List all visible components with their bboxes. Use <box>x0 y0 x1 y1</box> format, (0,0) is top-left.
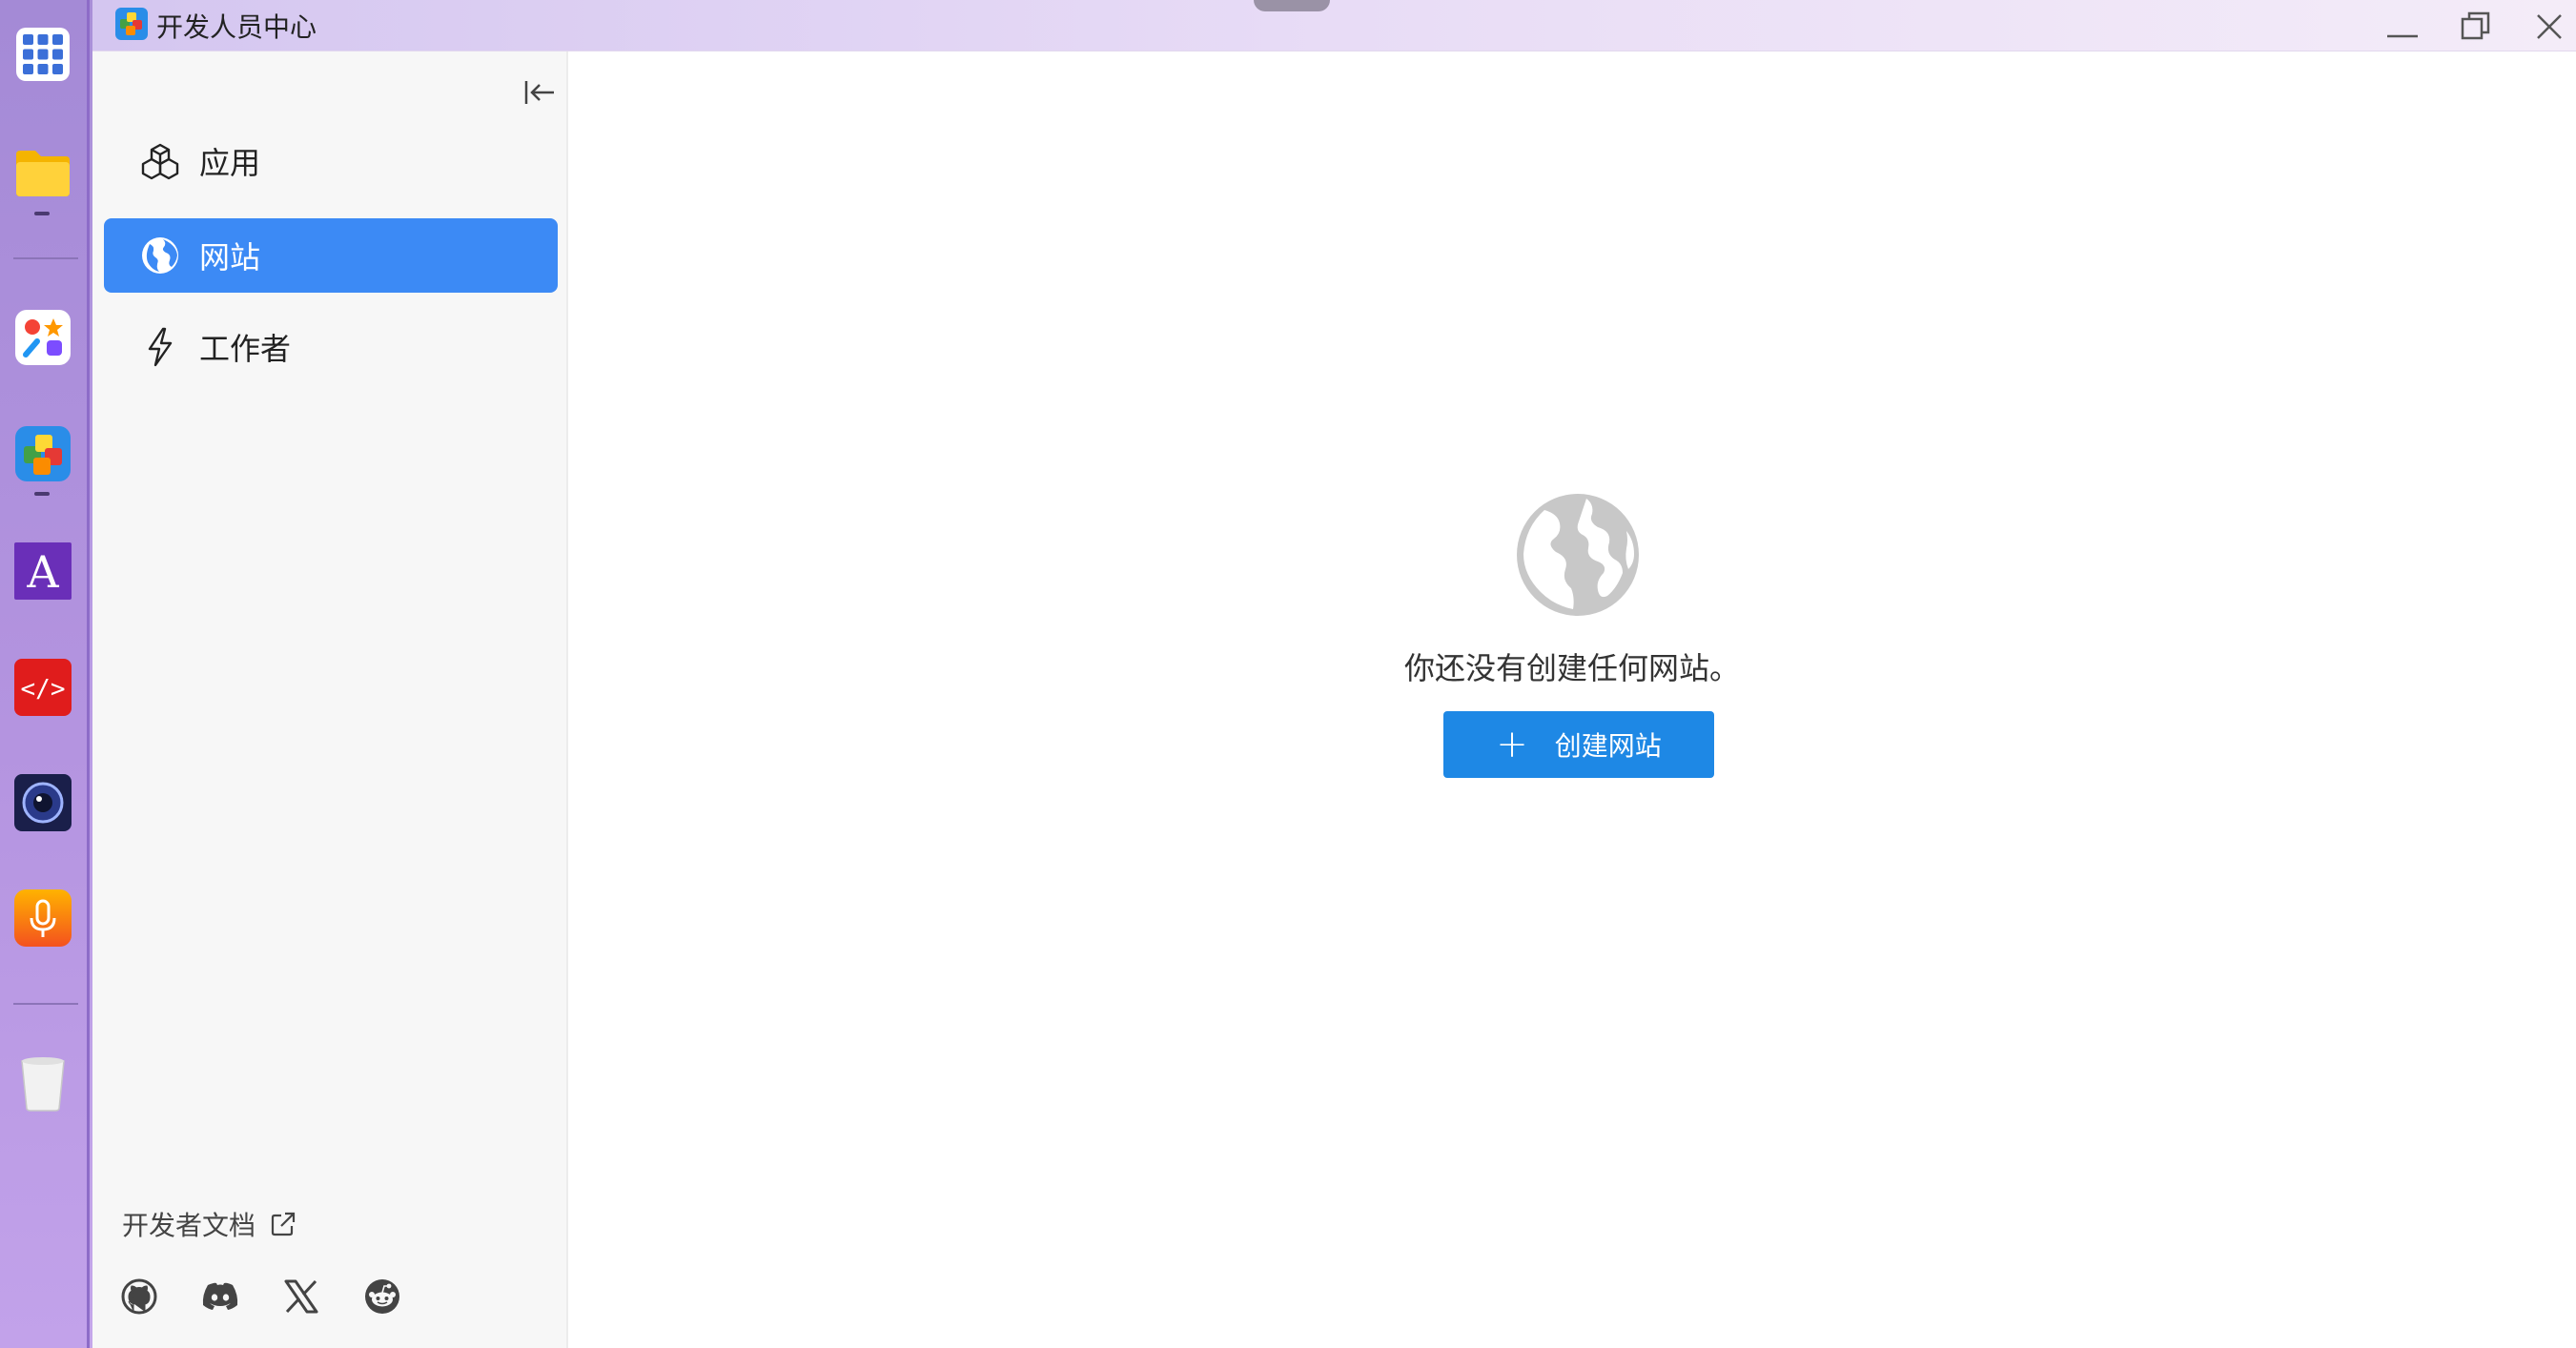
globe-illustration-icon <box>1516 493 1640 621</box>
collapse-sidebar-icon <box>524 81 554 104</box>
code-editor-icon[interactable]: </> <box>13 658 72 717</box>
close-button[interactable] <box>2528 6 2570 48</box>
github-icon[interactable] <box>118 1276 160 1317</box>
create-website-label: 创建网站 <box>1554 730 1662 762</box>
svg-text:</>: </> <box>21 675 66 704</box>
drag-handle[interactable] <box>1254 0 1330 11</box>
app-icon <box>115 8 148 40</box>
cube-icon <box>138 139 182 183</box>
dock-separator <box>13 257 78 259</box>
collapse-sidebar-button[interactable] <box>518 71 562 114</box>
reddit-icon[interactable] <box>361 1276 403 1317</box>
voice-recorder-icon[interactable] <box>13 888 72 948</box>
dock-separator <box>13 1003 78 1005</box>
lightning-icon <box>138 325 182 369</box>
sidebar: 应用 网站 工作者 开发者文档 <box>92 51 568 1348</box>
title-bar[interactable]: 开发人员中心 <box>92 0 2576 51</box>
minimize-button[interactable] <box>2382 6 2423 48</box>
discord-icon[interactable] <box>199 1276 241 1317</box>
close-icon <box>2537 14 2562 39</box>
docs-label: 开发者文档 <box>122 1210 256 1241</box>
app-center-icon[interactable] <box>13 308 72 367</box>
window-title: 开发人员中心 <box>156 11 317 43</box>
external-link-icon <box>271 1212 296 1236</box>
globe-icon <box>138 234 182 277</box>
sidebar-item-label: 应用 <box>199 145 261 181</box>
trash-icon[interactable] <box>13 1054 72 1113</box>
developer-docs-link[interactable]: 开发者文档 <box>122 1205 297 1243</box>
sidebar-item-workers[interactable]: 工作者 <box>104 310 558 384</box>
restore-icon <box>2461 11 2490 40</box>
files-icon[interactable] <box>13 143 72 202</box>
svg-text:A: A <box>26 546 59 598</box>
sidebar-item-websites[interactable]: 网站 <box>104 218 558 293</box>
sidebar-item-apps[interactable]: 应用 <box>104 124 558 198</box>
running-indicator <box>34 212 50 215</box>
create-website-button[interactable]: + 创建网站 <box>1443 711 1714 778</box>
camera-icon[interactable] <box>13 773 72 832</box>
sidebar-item-label: 网站 <box>199 239 261 276</box>
x-icon[interactable] <box>280 1276 322 1317</box>
empty-state-message: 你还没有创建任何网站。 <box>1403 650 1740 686</box>
developer-center-icon[interactable] <box>13 424 72 483</box>
running-indicator <box>34 492 50 496</box>
sidebar-item-label: 工作者 <box>199 331 292 367</box>
restore-button[interactable] <box>2455 6 2497 48</box>
minimize-icon <box>2387 34 2418 38</box>
app-grid-icon[interactable] <box>13 25 72 84</box>
dock: A </> <box>0 0 90 1348</box>
font-viewer-icon[interactable]: A <box>13 541 72 601</box>
plus-icon: + <box>1496 723 1528 766</box>
